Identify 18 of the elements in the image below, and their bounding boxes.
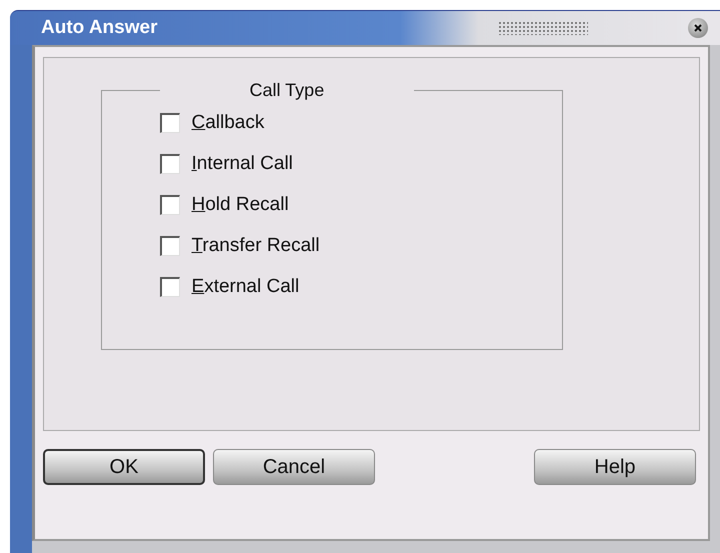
dialog-button[interactable]: Help [534, 449, 696, 485]
checkbox-option[interactable]: Transfer Recall [160, 228, 562, 264]
checkbox[interactable] [160, 236, 180, 256]
dialog-button[interactable]: OK [43, 449, 205, 485]
close-icon [693, 23, 703, 33]
close-button[interactable] [688, 18, 708, 38]
window-title: Auto Answer [41, 17, 158, 39]
checkbox[interactable] [160, 195, 180, 215]
dotted-grip-icon [498, 21, 588, 35]
dialog-button[interactable]: Cancel [213, 449, 375, 485]
checkbox-option[interactable]: Internal Call [160, 146, 562, 182]
checkbox[interactable] [160, 277, 180, 297]
checkbox[interactable] [160, 154, 180, 174]
checkbox-option[interactable]: Callback [160, 105, 562, 141]
checkbox-option[interactable]: Hold Recall [160, 187, 562, 223]
checkbox[interactable] [160, 113, 180, 133]
checkbox-option[interactable]: External Call [160, 269, 562, 305]
group-title: Call Type [248, 80, 326, 101]
